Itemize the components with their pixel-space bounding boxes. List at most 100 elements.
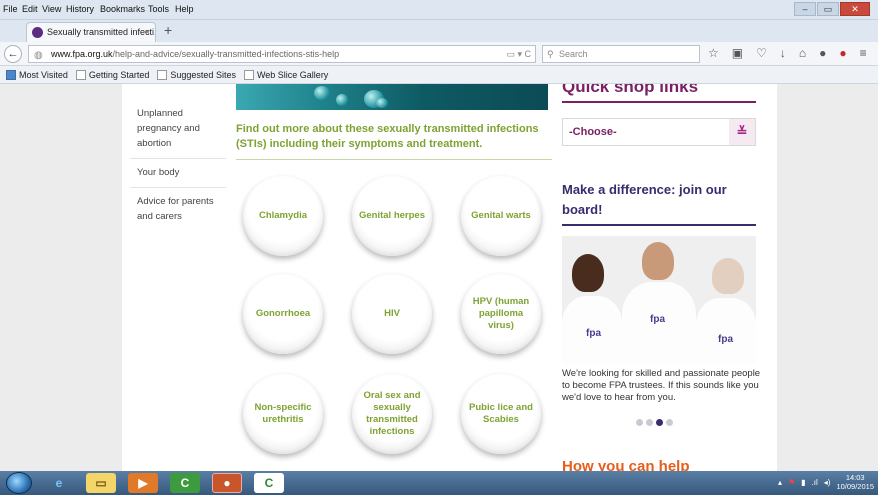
bookmarks-bar: Most Visited Getting Started Suggested S… [0, 66, 878, 84]
menu-view[interactable]: View [42, 4, 61, 14]
site-info-icon[interactable]: ◍ [34, 48, 43, 62]
tab-close-icon[interactable]: × [145, 23, 150, 41]
bookmark-label: Getting Started [88, 69, 150, 80]
carousel-dot[interactable] [666, 419, 673, 426]
topic-oral-sex-stis[interactable]: Oral sex and sexually transmitted infect… [352, 374, 432, 454]
trustees-photo[interactable]: fpa fpa fpa [562, 236, 756, 364]
window-controls: – ▭ ✕ [794, 2, 870, 16]
bookmark-suggested-sites[interactable]: Suggested Sites [157, 69, 236, 80]
url-path: /help-and-advice/sexually-transmitted-in… [112, 49, 340, 59]
carousel-dots [636, 419, 673, 426]
page-margin-left [0, 84, 122, 471]
start-button[interactable] [6, 472, 32, 494]
carousel-dot-active[interactable] [656, 419, 663, 426]
pinterest-icon[interactable]: ● [839, 46, 846, 60]
carousel-dot[interactable] [646, 419, 653, 426]
tab-title: Sexually transmitted infecti... [47, 27, 156, 37]
navigation-bar: ← ◍ www.fpa.org.uk/help-and-advice/sexua… [0, 42, 878, 66]
page-margin-right [777, 84, 878, 471]
battery-icon[interactable]: ▮ [801, 478, 805, 487]
download-icon[interactable]: ↓ [780, 46, 786, 60]
topic-genital-warts[interactable]: Genital warts [461, 176, 541, 256]
sidebar-item-your-body[interactable]: Your body [130, 159, 226, 188]
system-tray: ▴ ⚑ ▮ .ıl ◂) 14:03 10/09/2015 [778, 473, 874, 491]
toolbar-icons: ☆ ▣ ♡ ↓ ⌂ ● ● ≡ [708, 46, 867, 60]
carousel-dot[interactable] [636, 419, 643, 426]
sidebar-item-advice-for-parents[interactable]: Advice for parents and carers [130, 188, 226, 231]
back-button[interactable]: ← [4, 45, 22, 63]
search-icon: ⚲ [547, 49, 554, 59]
topic-non-specific-urethritis[interactable]: Non-specific urethritis [243, 374, 323, 454]
fpa-shirt-logo: fpa [718, 334, 733, 345]
topic-hpv[interactable]: HPV (human papilloma virus) [461, 274, 541, 354]
bookmark-most-visited[interactable]: Most Visited [6, 69, 68, 80]
volume-icon[interactable]: ◂) [824, 478, 831, 487]
media-taskbar-icon[interactable]: ▶ [128, 473, 158, 493]
menu-edit[interactable]: Edit [22, 4, 38, 14]
topic-hiv[interactable]: HIV [352, 274, 432, 354]
tab-sti[interactable]: Sexually transmitted infecti... × [26, 22, 156, 42]
tab-bar: Sexually transmitted infecti... × + [0, 20, 878, 42]
pocket-icon[interactable]: ♡ [756, 46, 767, 60]
topic-genital-herpes[interactable]: Genital herpes [352, 176, 432, 256]
tray-arrow-icon[interactable]: ▴ [778, 478, 782, 487]
close-window-button[interactable]: ✕ [840, 2, 870, 16]
fpa-favicon-icon [32, 27, 43, 38]
menu-icon[interactable]: ≡ [860, 46, 867, 60]
firefox-taskbar-icon[interactable]: ● [212, 473, 242, 493]
new-tab-button[interactable]: + [164, 22, 172, 38]
web-page: Unplanned pregnancy and abortion Your bo… [0, 84, 878, 471]
menu-history[interactable]: History [66, 4, 94, 14]
fpa-shirt-logo: fpa [586, 328, 601, 339]
camtasia-recorder-taskbar-icon[interactable]: C [254, 473, 284, 493]
intro-text: Find out more about these sexually trans… [236, 122, 552, 160]
bookmark-label: Suggested Sites [170, 69, 236, 80]
sidebar-nav: Unplanned pregnancy and abortion Your bo… [130, 84, 226, 231]
bookmark-getting-started[interactable]: Getting Started [75, 69, 150, 80]
bookmark-folder-icon [6, 69, 16, 80]
bookmark-page-icon [75, 69, 86, 80]
menu-bookmarks[interactable]: Bookmarks [100, 4, 145, 14]
explorer-taskbar-icon[interactable]: ▭ [86, 473, 116, 493]
bookmark-page-icon [157, 69, 168, 80]
trustees-text: We're looking for skilled and passionate… [562, 368, 761, 403]
menu-tools[interactable]: Tools [148, 4, 169, 14]
search-input[interactable]: ⚲ Search [542, 45, 700, 63]
tray-clock[interactable]: 14:03 10/09/2015 [836, 473, 874, 491]
sidebar-item-unplanned-pregnancy[interactable]: Unplanned pregnancy and abortion [130, 84, 226, 159]
menu-bar: File Edit View History Bookmarks Tools H… [0, 0, 878, 20]
make-difference-divider [562, 224, 756, 226]
ie-taskbar-icon[interactable]: e [44, 473, 74, 493]
clock-time: 14:03 [845, 473, 865, 482]
bookmark-page-icon [243, 69, 254, 80]
how-you-can-help-heading: How you can help [562, 458, 690, 471]
chat-icon[interactable]: ● [819, 46, 826, 60]
camtasia-taskbar-icon[interactable]: C [170, 473, 200, 493]
clock-date: 10/09/2015 [836, 482, 874, 491]
quick-shop-divider [562, 101, 756, 103]
fpa-shirt-logo: fpa [650, 314, 665, 325]
home-icon[interactable]: ⌂ [799, 46, 806, 60]
bookmark-label: Web Slice Gallery [256, 69, 329, 80]
minimize-button[interactable]: – [794, 2, 816, 16]
quick-shop-selected-value: -Choose- [569, 126, 617, 138]
url-tools[interactable]: ▭ ▾ C [506, 46, 531, 62]
maximize-button[interactable]: ▭ [817, 2, 839, 16]
quick-shop-select[interactable]: -Choose- ≚ [562, 118, 756, 146]
topic-gonorrhoea[interactable]: Gonorrhoea [243, 274, 323, 354]
quick-shop-title: Quick shop links [562, 84, 699, 96]
topic-chlamydia[interactable]: Chlamydia [243, 176, 323, 256]
url-host: www.fpa.org.uk [51, 49, 113, 59]
menu-file[interactable]: File [3, 4, 18, 14]
search-placeholder: Search [559, 49, 588, 59]
bookmark-web-slice-gallery[interactable]: Web Slice Gallery [243, 69, 329, 80]
chevron-down-icon[interactable]: ≚ [729, 119, 755, 145]
clipboard-icon[interactable]: ▣ [732, 46, 743, 60]
url-bar[interactable]: ◍ www.fpa.org.uk/help-and-advice/sexuall… [28, 45, 536, 63]
star-icon[interactable]: ☆ [708, 46, 719, 60]
network-icon[interactable]: .ıl [812, 478, 818, 487]
menu-help[interactable]: Help [175, 4, 194, 14]
windows-taskbar: e ▭ ▶ C ● C ▴ ⚑ ▮ .ıl ◂) 14:03 10/09/201… [0, 471, 878, 495]
topic-pubic-lice-scabies[interactable]: Pubic lice and Scabies [461, 374, 541, 454]
flag-icon[interactable]: ⚑ [788, 478, 795, 487]
